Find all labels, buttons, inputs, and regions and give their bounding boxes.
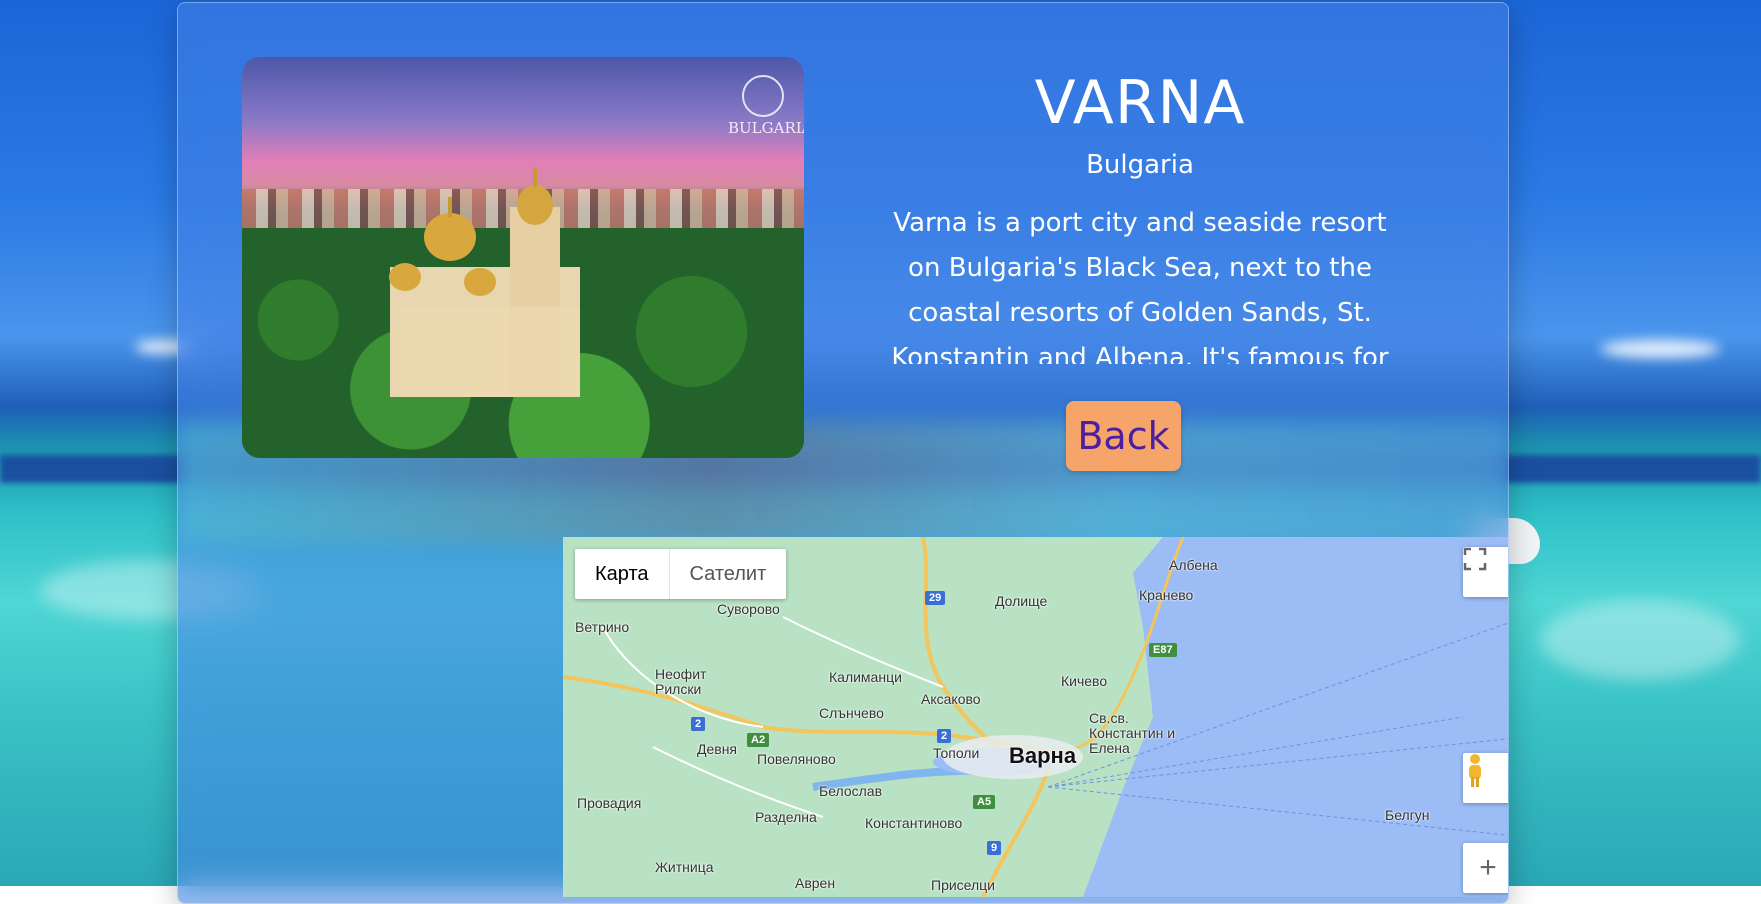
road-shield: 2 <box>937 729 952 743</box>
city-card: BULGARIA VARNA Bulgaria Varna is a port … <box>177 2 1509 904</box>
place-label: Белгун <box>1385 807 1430 823</box>
place-label: Кранево <box>1139 587 1194 603</box>
road-shield: 29 <box>925 591 946 605</box>
bulgaria-logo: BULGARIA <box>728 75 804 145</box>
map-type-satellite-button[interactable]: Сателит <box>668 549 787 599</box>
fullscreen-button[interactable] <box>1463 547 1508 597</box>
place-label: Приселци <box>931 877 995 893</box>
place-label: Калиманци <box>829 669 902 685</box>
map-type-control: Карта Сателит <box>575 549 787 599</box>
city-title: VARNA <box>1034 68 1246 138</box>
back-button[interactable]: Back <box>1066 401 1181 471</box>
street-view-button[interactable] <box>1463 753 1508 803</box>
cathedral-image <box>389 167 580 397</box>
place-label: Долище <box>995 593 1048 609</box>
fullscreen-icon <box>1463 547 1487 571</box>
city-description: Varna is a port city and seaside resort … <box>891 208 1389 364</box>
place-label: Кичево <box>1061 673 1108 689</box>
place-label: Неофит Рилски <box>655 666 707 697</box>
map-type-map-button[interactable]: Карта <box>575 549 669 599</box>
place-label: Разделна <box>755 809 817 825</box>
varna-label: Варна <box>1009 743 1077 768</box>
road-shield: 9 <box>987 841 1002 855</box>
road-shield: A2 <box>747 733 770 747</box>
place-label: Белослав <box>819 783 883 799</box>
city-country: Bulgaria <box>1086 150 1194 180</box>
city-photo: BULGARIA <box>242 57 804 458</box>
description-scroll-area[interactable]: Varna is a port city and seaside resort … <box>860 201 1420 364</box>
place-label: Св.св. Константин и Елена <box>1089 710 1176 756</box>
place-label: Албена <box>1169 557 1218 573</box>
place-label: Девня <box>697 741 738 757</box>
place-label: Аксаково <box>921 691 981 707</box>
road-shield: E87 <box>1149 643 1177 657</box>
city-info: VARNA Bulgaria Varna is a port city and … <box>850 63 1430 364</box>
road-shield: A5 <box>973 795 996 809</box>
place-label: Провадия <box>577 795 642 811</box>
place-label: Константиново <box>865 815 963 831</box>
place-label: Повеляново <box>757 751 836 767</box>
place-label: Слънчево <box>819 705 884 721</box>
place-label: Тополи <box>933 745 980 761</box>
road-shield: 2 <box>691 717 706 731</box>
city-map[interactable]: Карта Сателит + Албена Кранево Долище Су… <box>563 537 1508 897</box>
place-label: Суворово <box>717 601 780 617</box>
pegman-icon <box>1469 754 1481 787</box>
place-label: Аврен <box>795 875 836 891</box>
place-label: Житница <box>655 859 714 875</box>
place-label: Ветрино <box>575 619 630 635</box>
